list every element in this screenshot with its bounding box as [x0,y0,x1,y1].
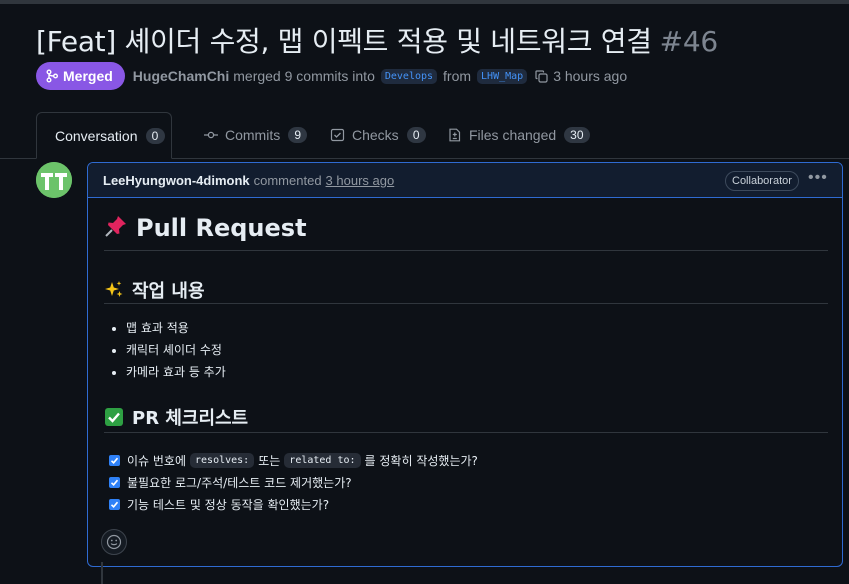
checklist-text: 또는 [258,453,281,468]
comment-time-link[interactable]: 3 hours ago [326,173,395,188]
heading-pull-request: Pull Request [104,214,307,244]
top-border [0,0,849,4]
checklist-text: 를 정확히 작성했는가? [364,453,478,468]
merge-icon [46,69,58,83]
pr-title: [Feat] 셰이더 수정, 맵 이펙트 적용 및 네트워크 연결 #46 [36,20,718,60]
pr-title-text: [Feat] 셰이더 수정, 맵 이펙트 적용 및 네트워크 연결 [36,25,652,58]
tab-checks[interactable]: Checks 0 [330,112,426,158]
tab-checks-label: Checks [352,127,399,143]
divider [104,432,828,433]
checklist-item: 기능 테스트 및 정상 동작을 확인했는가? [109,493,329,515]
avatar[interactable] [36,162,72,198]
checkbox[interactable] [109,454,120,466]
smiley-icon [106,534,122,550]
inline-code: resolves: [190,452,255,468]
comment-author-link[interactable]: LeeHyungwon-4dimonk [103,173,250,188]
checklist-item: 불필요한 로그/주석/테스트 코드 제거했는가? [109,471,352,493]
checkbox[interactable] [109,498,120,510]
heading-checklist: PR 체크리스트 [104,404,248,432]
list-item: 카메라 효과 등 추가 [126,361,226,383]
comment-options-icon[interactable]: ••• [808,169,828,187]
checkbox[interactable] [109,476,120,488]
heading-checklist-text: PR 체크리스트 [132,408,249,429]
checklist-item: 이슈 번호에 resolves: 또는 related to: 를 정확히 작성… [109,449,478,471]
pushpin-icon [104,214,128,244]
base-branch[interactable]: Develops [380,68,438,84]
copy-icon[interactable] [535,69,548,83]
list-item: 맵 효과 적용 [126,317,226,339]
from-text: from [443,68,472,84]
pr-tabs: Conversation 0 Commits 9 Checks 0 Files … [0,112,849,159]
tab-conversation-label: Conversation [55,127,138,144]
tab-files-label: Files changed [469,127,557,143]
tab-commits-label: Commits [225,127,281,143]
tab-checks-count: 0 [406,127,426,143]
list-item: 캐릭터 셰이더 수정 [126,339,226,361]
file-diff-icon [449,128,461,142]
pr-author-link[interactable]: HugeChamChi [133,68,229,84]
checks-icon [330,128,345,142]
tab-files-changed[interactable]: Files changed 30 [447,112,590,158]
tab-conversation[interactable]: Conversation 0 [36,112,172,159]
work-list: 맵 효과 적용 캐릭터 셰이더 수정 카메라 효과 등 추가 [104,317,226,383]
pr-meta: Merged HugeChamChi merged 9 commits into… [36,62,627,90]
head-branch[interactable]: LHW_Map [477,68,528,84]
checklist-text: 이슈 번호에 [127,453,187,468]
tab-commits[interactable]: Commits 9 [203,112,308,158]
inline-code: related to: [284,452,361,468]
merge-text: merged 9 commits into [233,68,375,84]
merged-status-badge: Merged [36,62,125,90]
collaborator-badge: Collaborator [725,171,799,191]
checklist-text: 불필요한 로그/주석/테스트 코드 제거했는가? [127,475,352,490]
pr-comment: LeeHyungwon-4dimonk commented 3 hours ag… [87,162,843,567]
tab-commits-count: 9 [288,127,308,143]
sparkles-icon [104,280,124,305]
comment-action: commented [253,172,322,188]
merged-label: Merged [63,68,113,84]
pr-number: #46 [659,25,719,58]
tab-files-count: 30 [564,127,590,143]
check-mark-icon [104,407,124,432]
divider [104,303,828,304]
checklist-text: 기능 테스트 및 정상 동작을 확인했는가? [127,497,330,512]
comment-header: LeeHyungwon-4dimonk commented 3 hours ag… [88,163,842,198]
divider [104,250,828,251]
heading-pull-request-text: Pull Request [136,214,307,242]
heading-work: 작업 내용 [104,277,205,305]
heading-work-text: 작업 내용 [132,281,205,302]
commit-icon [204,131,218,139]
merge-time: 3 hours ago [553,68,628,84]
timeline-line [101,562,103,584]
tab-conversation-count: 0 [145,127,165,144]
add-reaction-button[interactable] [101,529,127,555]
